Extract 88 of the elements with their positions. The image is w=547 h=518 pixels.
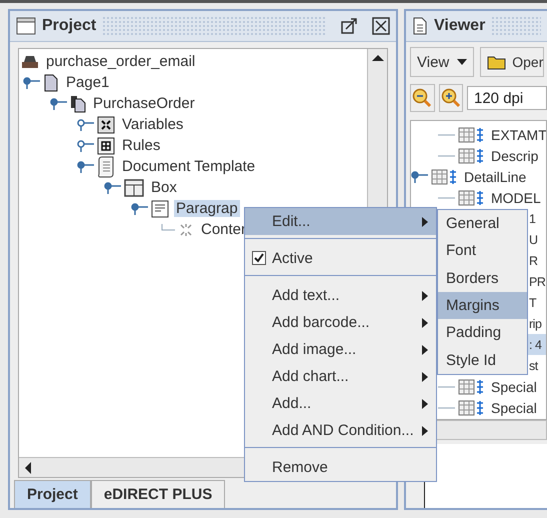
table-field-icon [458,126,484,142]
menu-item[interactable]: Style Id [438,346,527,374]
tree-item[interactable]: Page1 [64,74,112,91]
table-icon [97,136,115,154]
menu-item[interactable]: Add chart... [245,363,436,390]
menu-item[interactable]: Margins [438,292,527,320]
tree-item[interactable]: PR [529,274,546,288]
tree-item[interactable]: Descrip [489,148,540,164]
pages-icon [70,94,86,112]
scroll-up-icon[interactable] [372,55,384,61]
document-icon [412,17,428,35]
submenu-arrow-icon [422,216,428,226]
tree-item[interactable]: rip [529,316,542,330]
tree-item[interactable]: : 4 [529,338,542,352]
tree-item[interactable]: st [529,358,538,372]
tree-item[interactable]: DetailLine [462,168,528,184]
submenu-arrow-icon [422,318,428,328]
checkbox[interactable] [252,251,266,265]
printer-icon [21,54,39,70]
tree-expand-handle[interactable] [77,160,95,172]
panel-title: Viewer [434,17,486,35]
zoom-in-button[interactable] [438,84,463,112]
menu-item[interactable]: Padding [438,319,527,346]
tree-item[interactable]: Variables [120,116,186,133]
maximize-icon[interactable] [340,17,358,35]
table-field-icon [458,190,484,206]
menu-item[interactable]: Font [438,237,527,265]
tree-item[interactable]: T [529,296,536,310]
submenu-arrow-icon [422,344,428,354]
menu-item[interactable]: Add image... [245,336,436,363]
menu-item[interactable]: Add AND Condition... [245,417,436,444]
table-field-icon [458,378,484,394]
menu-item[interactable]: Edit... [245,208,436,235]
submenu-arrow-icon [422,290,428,300]
tree-item[interactable]: Rules [120,137,162,154]
tree-item[interactable]: Document Template [120,158,258,175]
panel-title: Project [42,17,96,35]
tree-item[interactable]: Paragrap [174,200,240,217]
grid-icon [97,116,115,134]
content-icon [178,222,194,238]
tree-item[interactable]: PurchaseOrder [91,95,197,112]
open-button[interactable]: Oper [480,47,544,77]
tree-item[interactable]: 1 [529,212,536,226]
tree-item[interactable]: Special [489,400,539,416]
paragraph-icon [151,200,169,218]
page-icon [43,74,59,92]
table-field-icon [431,168,457,184]
menu-item[interactable]: Add barcode... [245,309,436,336]
close-icon[interactable] [372,17,390,35]
tree-expand-handle[interactable] [411,170,429,182]
zoom-field[interactable]: 120 dpi [467,86,547,110]
panel-tab[interactable]: eDIRECT PLUS [90,480,226,508]
menu-item[interactable]: Active [245,245,436,272]
tree-expand-handle[interactable] [104,182,122,194]
scroll-icon [97,156,115,178]
table-field-icon [458,400,484,416]
tree-expand-handle[interactable] [131,202,149,214]
table-field-icon [458,148,484,164]
zoom-out-button[interactable] [410,84,434,112]
submenu-arrow-icon [422,426,428,436]
tree-item[interactable]: U [529,232,538,246]
tree-item[interactable]: Special [489,378,539,394]
view-dropdown[interactable]: View [410,47,474,77]
menu-item[interactable]: Add text... [245,282,436,309]
scroll-left-icon[interactable] [25,462,31,474]
submenu-arrow-icon [422,372,428,382]
title-bar-texture [491,16,541,36]
tree-item[interactable]: purchase_order_email [44,53,198,70]
tree-expand-handle[interactable] [77,118,95,130]
tree-item[interactable]: R [529,254,538,268]
tree-item[interactable]: MODEL [489,190,543,206]
menu-item[interactable]: Borders [438,264,527,292]
tree-item[interactable]: Box [149,179,179,196]
menu-item[interactable]: Remove [245,454,436,481]
tree-expand-handle[interactable] [50,98,68,110]
menu-item[interactable]: General [438,210,527,238]
tree-expand-handle[interactable] [23,76,41,88]
table-icon [124,178,144,196]
tree-item[interactable]: EXTAMT [489,126,546,142]
tree-expand-handle[interactable] [77,140,95,152]
zoom-out-icon [412,88,432,108]
menu-item[interactable]: Add... [245,390,436,417]
panel-tab[interactable]: Project [14,480,91,508]
submenu-arrow-icon [422,398,428,408]
window-icon [16,17,36,35]
zoom-in-icon [440,88,461,108]
folder-icon [487,54,508,70]
caret-icon [457,59,468,65]
